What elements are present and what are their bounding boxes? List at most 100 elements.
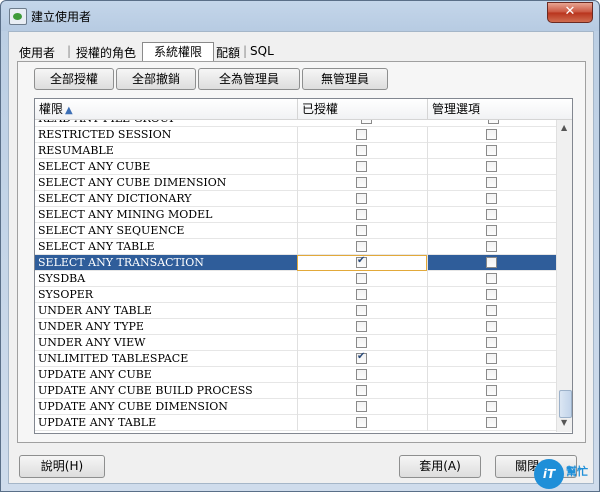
grant-all-button[interactable]: 全部授權 <box>34 68 114 90</box>
scroll-up-arrow-icon[interactable]: ▲ <box>561 123 567 132</box>
table-row[interactable]: SYSOPER <box>35 287 556 303</box>
admin-option-checkbox[interactable] <box>486 417 497 428</box>
granted-checkbox[interactable] <box>356 337 367 348</box>
granted-checkbox[interactable] <box>356 401 367 412</box>
tab-users[interactable]: 使用者 <box>19 44 55 61</box>
granted-checkbox[interactable] <box>356 193 367 204</box>
admin-option-checkbox[interactable] <box>488 120 499 124</box>
admin-option-checkbox[interactable] <box>486 321 497 332</box>
admin-option-checkbox[interactable] <box>486 177 497 188</box>
table-row[interactable]: SELECT ANY MINING MODEL <box>35 207 556 223</box>
granted-checkbox[interactable] <box>356 209 367 220</box>
column-header-granted[interactable]: 已授權 <box>298 99 428 119</box>
close-icon: ✕ <box>564 4 576 19</box>
admin-option-checkbox[interactable] <box>486 129 497 140</box>
ithome-logo-icon: iT <box>534 459 564 489</box>
cell-divider <box>427 287 428 303</box>
table-row[interactable]: UPDATE ANY TABLE <box>35 415 556 431</box>
help-button[interactable]: 說明(H) <box>19 455 105 478</box>
admin-option-checkbox[interactable] <box>486 305 497 316</box>
admin-option-checkbox[interactable] <box>486 209 497 220</box>
dialog-body: 使用者 | 授權的角色 系統權限 配額 | SQL 全部授權 全部撤銷 全為管理… <box>8 31 594 484</box>
table-row[interactable]: RESTRICTED SESSION <box>35 127 556 143</box>
all-admin-button[interactable]: 全為管理員 <box>198 68 300 90</box>
admin-option-checkbox[interactable] <box>486 369 497 380</box>
cell-divider <box>297 239 298 255</box>
granted-checkbox[interactable] <box>356 369 367 380</box>
privilege-name: UNDER ANY TABLE <box>38 304 152 317</box>
privilege-name: SYSOPER <box>38 288 94 301</box>
admin-option-checkbox[interactable] <box>486 241 497 252</box>
tab-separator: | <box>243 44 248 58</box>
granted-checkbox[interactable] <box>356 351 367 364</box>
table-row[interactable]: UNLIMITED TABLESPACE <box>35 351 556 367</box>
table-row[interactable]: SELECT ANY SEQUENCE <box>35 223 556 239</box>
admin-option-checkbox[interactable] <box>486 401 497 412</box>
admin-option-checkbox[interactable] <box>486 385 497 396</box>
granted-checkbox[interactable] <box>356 417 367 428</box>
cell-divider <box>427 223 428 239</box>
no-admin-button[interactable]: 無管理員 <box>302 68 388 90</box>
privilege-name: RESUMABLE <box>38 144 114 157</box>
granted-checkbox[interactable] <box>356 241 367 252</box>
granted-checkbox[interactable] <box>356 255 367 268</box>
privilege-name: UPDATE ANY CUBE DIMENSION <box>38 400 228 413</box>
granted-checkbox[interactable] <box>356 225 367 236</box>
granted-checkbox[interactable] <box>356 321 367 332</box>
table-row[interactable]: RESUMABLE <box>35 143 556 159</box>
revoke-all-button[interactable]: 全部撤銷 <box>116 68 196 90</box>
admin-option-checkbox[interactable] <box>486 273 497 284</box>
column-header-privilege[interactable]: 權限 ▲ <box>35 99 298 119</box>
table-row[interactable]: SYSDBA <box>35 271 556 287</box>
table-row[interactable]: SELECT ANY CUBE <box>35 159 556 175</box>
table-row[interactable]: SELECT ANY CUBE DIMENSION <box>35 175 556 191</box>
table-row[interactable]: SELECT ANY TABLE <box>35 239 556 255</box>
cell-divider <box>427 191 428 207</box>
tab-system-privileges[interactable]: 系統權限 <box>142 42 214 62</box>
tab-granted-roles[interactable]: 授權的角色 <box>76 44 136 61</box>
granted-checkbox[interactable] <box>356 289 367 300</box>
table-row[interactable]: UPDATE ANY CUBE DIMENSION <box>35 399 556 415</box>
tab-separator: | <box>67 44 72 58</box>
close-window-button[interactable]: ✕ <box>547 2 593 23</box>
tab-quotas[interactable]: 配額 <box>216 44 240 61</box>
granted-checkbox[interactable] <box>356 161 367 172</box>
cell-divider <box>427 383 428 399</box>
admin-option-checkbox[interactable] <box>486 161 497 172</box>
table-row[interactable]: SELECT ANY TRANSACTION <box>35 255 556 271</box>
admin-option-checkbox[interactable] <box>486 145 497 156</box>
table-row[interactable]: UNDER ANY TYPE <box>35 319 556 335</box>
granted-checkbox[interactable] <box>356 273 367 284</box>
granted-checkbox[interactable] <box>356 385 367 396</box>
tab-sql[interactable]: SQL <box>250 44 274 58</box>
admin-option-checkbox[interactable] <box>486 289 497 300</box>
vertical-scrollbar[interactable]: ▲ ▼ <box>556 120 572 432</box>
table-row[interactable]: UPDATE ANY CUBE <box>35 367 556 383</box>
admin-option-checkbox[interactable] <box>486 337 497 348</box>
granted-checkbox[interactable] <box>356 305 367 316</box>
admin-option-checkbox[interactable] <box>486 257 497 268</box>
title-bar[interactable]: 建立使用者 ✕ <box>1 1 599 31</box>
scrollbar-thumb[interactable] <box>559 390 572 418</box>
granted-checkbox[interactable] <box>356 129 367 140</box>
column-header-admin-option[interactable]: 管理選項 <box>428 99 572 119</box>
admin-option-checkbox[interactable] <box>486 225 497 236</box>
apply-button[interactable]: 套用(A) <box>399 455 481 478</box>
cell-divider <box>297 383 298 399</box>
table-row-partial[interactable]: READ ANY FILE GROUP <box>35 120 556 127</box>
table-row[interactable]: SELECT ANY DICTIONARY <box>35 191 556 207</box>
cell-divider <box>297 271 298 287</box>
table-row[interactable]: UNDER ANY VIEW <box>35 335 556 351</box>
table-row[interactable]: UPDATE ANY CUBE BUILD PROCESS <box>35 383 556 399</box>
scroll-down-arrow-icon[interactable]: ▼ <box>561 418 567 427</box>
privileges-panel: 全部授權 全部撤銷 全為管理員 無管理員 權限▲ 已授權 管理選項 READ A… <box>17 61 586 443</box>
granted-checkbox[interactable] <box>356 145 367 156</box>
privilege-name: SELECT ANY CUBE DIMENSION <box>38 176 227 189</box>
table-row[interactable]: UNDER ANY TABLE <box>35 303 556 319</box>
granted-checkbox[interactable] <box>361 120 372 124</box>
admin-option-checkbox[interactable] <box>486 193 497 204</box>
granted-checkbox[interactable] <box>356 177 367 188</box>
cell-divider <box>297 223 298 239</box>
table-rows: READ ANY FILE GROUPRESTRICTED SESSION RES… <box>35 120 556 432</box>
admin-option-checkbox[interactable] <box>486 353 497 364</box>
